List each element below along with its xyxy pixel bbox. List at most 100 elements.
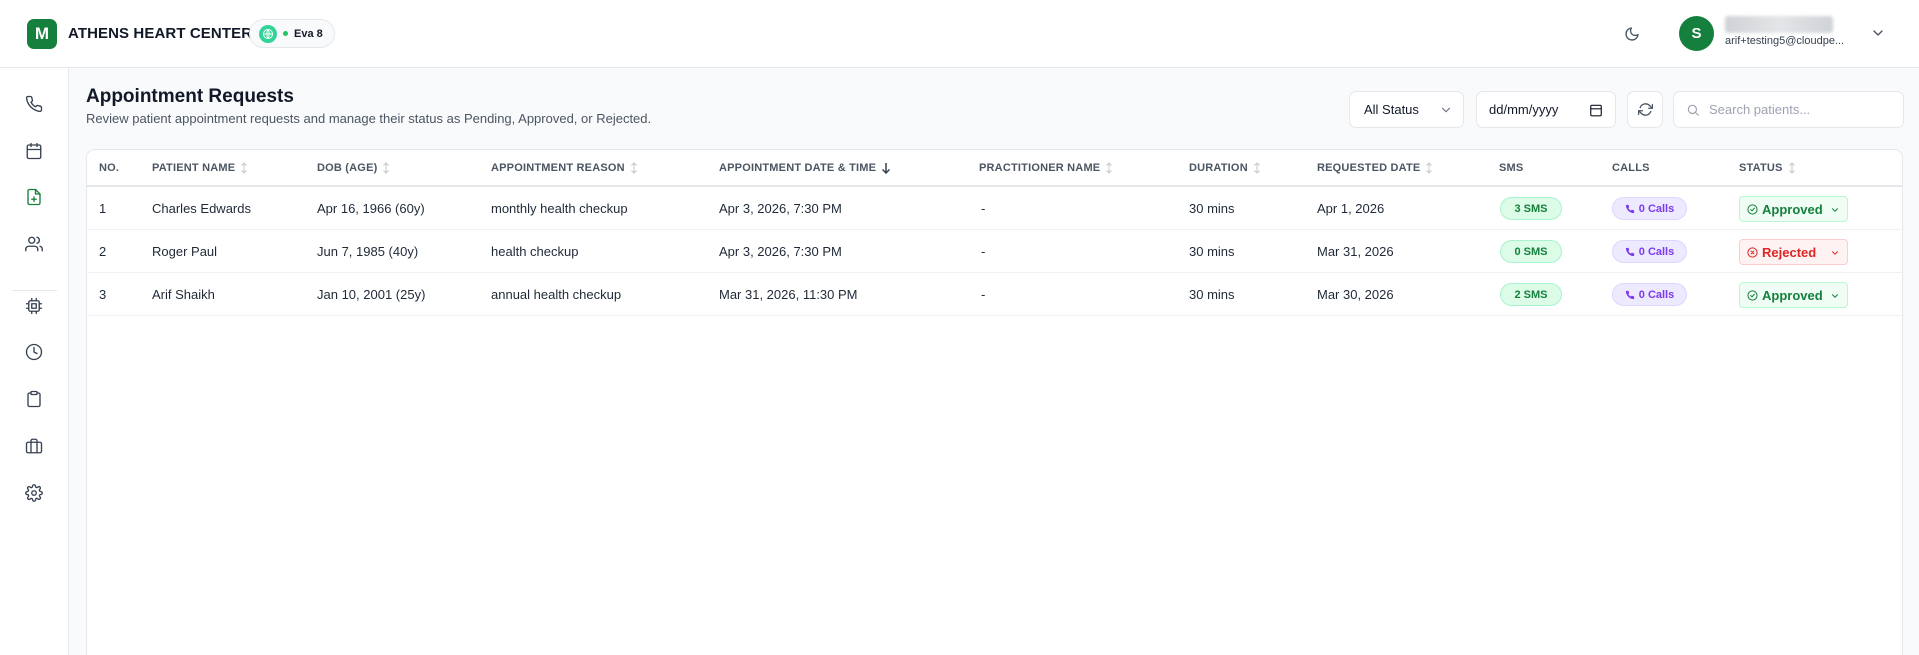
calls-count-label: 0 Calls xyxy=(1638,245,1675,258)
page-subtitle: Review patient appointment requests and … xyxy=(86,111,652,126)
cell-requested-date: Mar 30, 2026 xyxy=(1317,287,1394,302)
date-filter-placeholder: dd/mm/yyyy xyxy=(1489,102,1559,117)
chevron-down-icon xyxy=(1831,294,1839,298)
user-avatar[interactable]: S xyxy=(1679,16,1714,51)
cell-dob: Jan 10, 2001 (25y) xyxy=(317,287,426,302)
sidebar-item-appointment-requests[interactable] xyxy=(22,185,46,209)
chevron-down-icon xyxy=(1831,208,1839,212)
sidebar-item-calls[interactable] xyxy=(22,92,46,116)
app-logo[interactable]: M xyxy=(27,19,57,49)
briefcase-icon xyxy=(25,438,43,454)
online-status-dot xyxy=(283,31,288,36)
cell-no: 3 xyxy=(99,287,107,302)
status-filter-select[interactable]: All Status xyxy=(1349,91,1464,128)
chevron-down-icon xyxy=(1441,107,1451,113)
column-header-calls: CALLS xyxy=(1612,162,1650,174)
table-row[interactable]: 1 Charles Edwards Apr 16, 1966 (60y) mon… xyxy=(87,187,1902,230)
chip-icon xyxy=(25,297,43,315)
cell-no: 1 xyxy=(99,201,107,216)
date-filter-input[interactable]: dd/mm/yyyy xyxy=(1476,91,1616,128)
sidebar-item-patients[interactable] xyxy=(22,232,46,256)
sort-icon xyxy=(383,162,390,174)
calls-count-badge[interactable]: 0 Calls xyxy=(1612,197,1687,220)
clock-icon xyxy=(25,343,43,361)
table-row[interactable]: 2 Roger Paul Jun 7, 1985 (40y) health ch… xyxy=(87,230,1902,273)
column-header-requested-date[interactable]: REQUESTED DATE xyxy=(1317,162,1433,174)
column-header-appointment-datetime[interactable]: APPOINTMENT DATE & TIME xyxy=(719,162,891,174)
column-header-reason[interactable]: APPOINTMENT REASON xyxy=(491,162,638,174)
user-email: arif+testing5@cloudpe... xyxy=(1725,35,1845,47)
cell-reason: monthly health checkup xyxy=(491,201,628,216)
check-circle-icon xyxy=(1747,203,1758,215)
status-dropdown[interactable]: Approved xyxy=(1739,282,1848,308)
table-row[interactable]: 3 Arif Shaikh Jan 10, 2001 (25y) annual … xyxy=(87,273,1902,316)
cell-appointment-datetime: Apr 3, 2026, 7:30 PM xyxy=(719,244,842,259)
sms-count-badge[interactable]: 0 SMS xyxy=(1500,240,1562,263)
calendar-icon xyxy=(26,142,42,160)
column-header-practitioner[interactable]: PRACTITIONER NAME xyxy=(979,162,1113,174)
phone-icon xyxy=(1625,290,1634,299)
status-dropdown[interactable]: Approved xyxy=(1739,196,1848,222)
calls-count-badge[interactable]: 0 Calls xyxy=(1612,240,1687,263)
status-dropdown[interactable]: Rejected xyxy=(1739,239,1848,265)
cell-dob: Apr 16, 1966 (60y) xyxy=(317,201,425,216)
sort-icon xyxy=(630,162,637,174)
agent-label: Eva 8 xyxy=(294,27,323,40)
calendar-icon[interactable] xyxy=(1589,103,1603,117)
column-header-duration[interactable]: DURATION xyxy=(1189,162,1261,174)
column-header-status[interactable]: STATUS xyxy=(1739,162,1796,174)
refresh-icon xyxy=(1637,103,1653,116)
cell-patient-name: Charles Edwards xyxy=(152,201,251,216)
sort-icon xyxy=(1253,162,1260,174)
cell-duration: 30 mins xyxy=(1189,287,1235,302)
table-header: NO. PATIENT NAME DOB (AGE) APPOINTMENT R… xyxy=(87,150,1902,187)
gear-icon xyxy=(25,484,43,502)
calls-count-label: 0 Calls xyxy=(1638,288,1675,301)
status-label: Rejected xyxy=(1762,244,1817,260)
sms-count-badge[interactable]: 3 SMS xyxy=(1500,197,1562,220)
page-title: Appointment Requests xyxy=(86,86,294,107)
top-header: M ATHENS HEART CENTER Eva 8 S arif+testi… xyxy=(0,0,1919,68)
sort-icon xyxy=(1788,162,1795,174)
arrow-down-icon xyxy=(882,163,891,174)
appointments-table: NO. PATIENT NAME DOB (AGE) APPOINTMENT R… xyxy=(86,149,1903,655)
cell-duration: 30 mins xyxy=(1189,244,1235,259)
cell-patient-name: Roger Paul xyxy=(152,244,218,259)
column-header-no: NO. xyxy=(99,162,120,174)
cell-no: 2 xyxy=(99,244,107,259)
cell-requested-date: Mar 31, 2026 xyxy=(1317,244,1394,259)
cell-reason: annual health checkup xyxy=(491,287,622,302)
globe-icon xyxy=(259,24,277,43)
x-circle-icon xyxy=(1747,246,1758,258)
cell-patient-name: Arif Shaikh xyxy=(152,287,215,302)
refresh-button[interactable] xyxy=(1627,91,1663,128)
search-input[interactable] xyxy=(1709,92,1894,127)
column-header-dob[interactable]: DOB (AGE) xyxy=(317,162,390,174)
theme-toggle-button[interactable] xyxy=(1620,22,1644,46)
organization-name: ATHENS HEART CENTER xyxy=(68,25,253,42)
column-header-patient-name[interactable]: PATIENT NAME xyxy=(152,162,248,174)
cell-practitioner: - xyxy=(981,244,986,259)
chevron-down-icon xyxy=(1873,30,1883,36)
sms-count-badge[interactable]: 2 SMS xyxy=(1500,283,1562,306)
check-circle-icon xyxy=(1747,289,1758,301)
sidebar-item-services[interactable] xyxy=(22,434,46,458)
search-box[interactable] xyxy=(1673,91,1904,128)
agent-chip[interactable]: Eva 8 xyxy=(249,19,335,48)
status-filter-value: All Status xyxy=(1364,102,1419,117)
sort-icon xyxy=(1106,162,1113,174)
sidebar-item-calendar[interactable] xyxy=(22,139,46,163)
sidebar-item-settings[interactable] xyxy=(22,481,46,505)
cell-dob: Jun 7, 1985 (40y) xyxy=(317,244,419,259)
sort-icon xyxy=(241,162,248,174)
calls-count-badge[interactable]: 0 Calls xyxy=(1612,283,1687,306)
cell-reason: health checkup xyxy=(491,244,579,259)
user-menu-button[interactable] xyxy=(1870,25,1886,41)
chevron-down-icon xyxy=(1831,251,1839,255)
sort-icon xyxy=(1426,162,1433,174)
sidebar xyxy=(0,68,69,655)
sidebar-item-tasks[interactable] xyxy=(22,387,46,411)
sidebar-item-integrations[interactable] xyxy=(22,294,46,318)
sidebar-item-history[interactable] xyxy=(22,340,46,364)
moon-icon xyxy=(1625,27,1639,41)
